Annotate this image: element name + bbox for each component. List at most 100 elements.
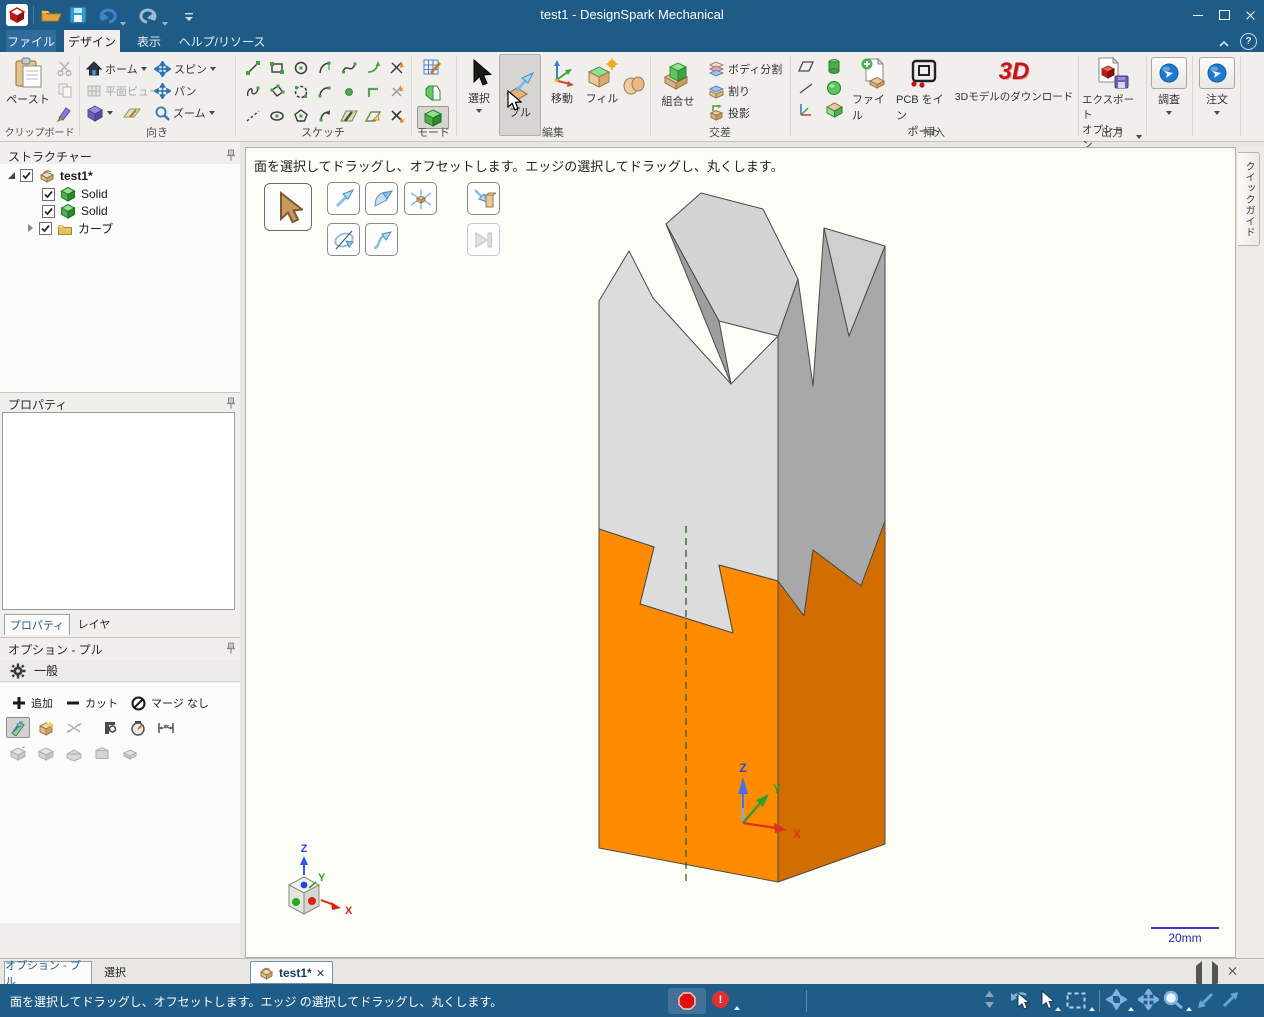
insert-file-button[interactable]: ファイル — [852, 57, 894, 123]
insert-plane-icon[interactable] — [797, 60, 815, 78]
model-3d-scene[interactable]: Z Y X Z Y X — [246, 148, 1235, 957]
insert-shell-icon[interactable] — [825, 102, 844, 123]
box-select-icon[interactable] — [1066, 992, 1086, 1014]
status-spinner-icon[interactable] — [984, 990, 995, 1015]
stop-recording-button[interactable] — [668, 988, 706, 1014]
pan-button[interactable]: パン — [154, 80, 197, 101]
expander-closed-icon[interactable] — [28, 224, 34, 233]
copy-icon[interactable] — [57, 82, 73, 103]
no-merge-icon[interactable] — [131, 696, 146, 711]
spin-status-chevron[interactable] — [1128, 998, 1134, 1016]
project-button[interactable]: 投影 — [708, 102, 750, 123]
document-tab-close-icon[interactable] — [317, 969, 325, 977]
download-3d-button[interactable]: 3D 3Dモデルのダウンロード — [952, 57, 1076, 104]
split-button[interactable]: 割り — [708, 80, 750, 101]
tree-row-solid1[interactable]: Solid — [42, 186, 108, 202]
view-cube-button[interactable] — [86, 102, 142, 123]
blend-icon[interactable] — [622, 74, 646, 101]
measure-angle-option[interactable] — [126, 717, 150, 738]
paste-button[interactable]: ペースト — [4, 57, 52, 107]
model-viewport[interactable]: Z Y X Z Y X 面を選択してドラッグし、オフセットします。エッジの選択し… — [245, 147, 1236, 958]
tool-revolve-button[interactable] — [327, 223, 360, 256]
pull-ruler-option[interactable] — [6, 717, 30, 738]
cut-label[interactable]: カット — [85, 695, 118, 711]
expander-open-icon[interactable] — [8, 172, 15, 179]
tree-row-solid2[interactable]: Solid — [42, 203, 108, 219]
checkbox-checked[interactable] — [42, 187, 55, 201]
tool-pivot-edge-button[interactable] — [365, 182, 398, 215]
tab-scroll-left-icon[interactable] — [1196, 961, 1202, 988]
maximize-button[interactable] — [1212, 0, 1236, 30]
pull-variant1-option[interactable] — [6, 743, 30, 764]
fill-button[interactable]: フィル — [583, 58, 621, 106]
error-menu-chevron[interactable] — [734, 997, 740, 1015]
sketch-line-icon[interactable] — [242, 57, 264, 79]
pan-status-icon[interactable] — [1136, 987, 1161, 1015]
sketch-tangent-arc-icon[interactable] — [314, 57, 336, 79]
investigate-button[interactable]: 調査 — [1150, 57, 1188, 115]
insert-cylinder-icon[interactable] — [826, 58, 842, 80]
select-button[interactable]: 選択 — [460, 58, 498, 113]
pin-icon[interactable] — [226, 641, 236, 659]
pull-variant5-option[interactable] — [118, 743, 142, 764]
sketch-mode-button[interactable] — [417, 56, 449, 79]
sketch-rectangle-icon[interactable] — [266, 57, 288, 79]
tab-options-pull[interactable]: オプション - プル — [4, 960, 92, 988]
tree-solid1-label[interactable]: Solid — [81, 187, 108, 201]
spin-status-icon[interactable] — [1105, 988, 1128, 1015]
quick-guide-tab[interactable]: クイックガイド — [1238, 152, 1260, 246]
properties-grid[interactable] — [2, 412, 235, 610]
combine-button[interactable]: 組合せ — [654, 57, 702, 109]
checkbox-checked[interactable] — [20, 169, 33, 182]
sketch-trim-icon[interactable] — [386, 57, 408, 79]
box-select-chevron[interactable] — [1089, 998, 1095, 1016]
home-view-button[interactable]: ホーム — [86, 58, 147, 79]
tab-design[interactable]: デザイン — [64, 30, 120, 52]
view-cube[interactable]: Z Y X — [287, 843, 353, 917]
select-tool-chevron[interactable] — [1055, 998, 1061, 1016]
pull-variant3-option[interactable] — [62, 743, 86, 764]
tab-help-resources[interactable]: ヘルプ/リソース — [178, 30, 266, 52]
sketch-bend-icon[interactable] — [362, 81, 384, 103]
pull-box-option[interactable] — [34, 717, 58, 738]
measure-caliper-option[interactable] — [98, 717, 122, 738]
pull-both-sides-option[interactable] — [62, 717, 86, 738]
checkbox-checked[interactable] — [39, 222, 52, 235]
zoom-status-icon[interactable] — [1162, 989, 1184, 1016]
tree-row-curves[interactable]: カーブ — [28, 220, 113, 237]
tree-root-label[interactable]: test1* — [60, 169, 93, 183]
close-button[interactable] — [1238, 0, 1262, 30]
sketch-three-point-circle-icon[interactable] — [290, 81, 312, 103]
tree-curves-label[interactable]: カーブ — [78, 220, 113, 237]
tree-row-root[interactable]: test1* — [8, 168, 93, 183]
tab-properties[interactable]: プロパティ — [4, 614, 70, 635]
sketch-three-point-rectangle-icon[interactable] — [266, 81, 288, 103]
undo-select-icon[interactable] — [1006, 989, 1032, 1016]
sketch-spline-edit-icon[interactable] — [242, 81, 264, 103]
add-icon[interactable] — [12, 696, 26, 710]
zoom-out-arrow-icon[interactable] — [1196, 990, 1216, 1015]
tool-pull-direction-button[interactable] — [327, 182, 360, 215]
order-button[interactable]: 注文 — [1198, 57, 1236, 115]
sketch-spline-icon[interactable] — [338, 57, 360, 79]
zoom-status-chevron[interactable] — [1186, 998, 1192, 1016]
pull-variant2-option[interactable] — [34, 743, 58, 764]
plan-view-button[interactable]: 平面ビュー — [86, 80, 160, 101]
insert-sphere-icon[interactable] — [826, 80, 842, 101]
cut-icon[interactable] — [56, 60, 74, 81]
merge-label[interactable]: マージ なし — [151, 695, 209, 711]
sketch-circle-icon[interactable] — [290, 57, 312, 79]
tab-selection[interactable]: 選択 — [94, 961, 136, 983]
insert-axis-icon[interactable] — [798, 102, 814, 123]
dimension-option[interactable] — [154, 717, 178, 738]
help-icon[interactable]: ? — [1240, 33, 1257, 50]
tree-solid2-label[interactable]: Solid — [81, 204, 108, 218]
select-tool-status-icon[interactable] — [1038, 989, 1056, 1015]
tool-up-to-button[interactable] — [467, 182, 500, 215]
sketch-corner-arc-icon[interactable] — [362, 57, 384, 79]
tab-view[interactable]: 表示 — [126, 30, 172, 52]
tool-select-button[interactable] — [264, 183, 312, 231]
options-general-header[interactable]: 一般 — [0, 660, 240, 682]
tab-scroll-right-icon[interactable] — [1212, 961, 1218, 988]
checkbox-checked[interactable] — [42, 204, 55, 218]
